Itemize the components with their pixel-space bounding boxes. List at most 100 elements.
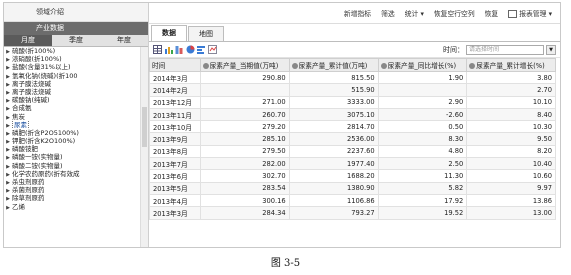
table-icon[interactable] [153,45,162,54]
time-input[interactable]: 请选择时间 [466,44,544,55]
tree-item[interactable]: ▶ 离子膜法烧碱 [4,80,140,88]
table-cell: 285.10 [199,132,290,146]
expand-arrow-icon[interactable]: ▶ [4,114,12,121]
tree-item[interactable]: ▶ 化学农药原药(折有效成 [4,170,140,178]
expand-arrow-icon[interactable]: ▶ [4,195,12,202]
tab-quarterly[interactable]: 季度 [52,35,100,46]
table-cell: 4.80 [377,144,468,159]
tree-item[interactable]: ▶ 磷酸铵肥 [4,145,140,153]
tree-item-label: 焦炭 [12,112,25,121]
export-icon[interactable] [208,45,217,54]
tree-item[interactable]: ▶ 乙烯 [4,203,140,211]
bar-chart-icon[interactable] [164,45,173,54]
expand-arrow-icon[interactable]: ▶ [4,48,12,55]
column-info-icon[interactable] [469,63,476,69]
expand-arrow-icon[interactable]: ▶ [4,89,12,96]
table-row: 2013年4月 300.16 1106.86 17.92 13.86 [149,193,556,208]
tree-item-label: 除草剂原药 [12,194,45,203]
restore-button[interactable]: 恢复 [485,8,499,18]
expand-arrow-icon[interactable]: ▶ [4,187,12,194]
column-header[interactable]: 尿素产量_同比增长(%) [377,58,468,72]
tree-item[interactable]: ▶ 离子膜法烧碱 [4,88,140,96]
pie-chart-icon[interactable] [186,45,195,54]
expand-arrow-icon[interactable]: ▶ [4,73,12,80]
table-cell: 1977.40 [288,157,379,171]
expand-arrow-icon[interactable]: ▶ [4,105,12,112]
tree-item[interactable]: ▶ 焦炭 [4,113,140,121]
tree-item[interactable]: ▶ 碳酸钠(纯碱) [4,96,140,104]
tree-item-label: 离子膜法烧碱 [12,87,51,96]
tree-item[interactable]: ▶ 氢氧化钠(烧碱)(折100 [4,72,140,80]
expand-arrow-icon[interactable]: ▶ [4,64,12,71]
tree-item[interactable]: ▶ 合成氨 [4,104,140,112]
table-row: 2014年3月 290.80 815.50 1.90 3.80 [149,70,556,85]
expand-arrow-icon[interactable]: ▶ [4,56,12,63]
filter-button[interactable]: 筛选 [381,8,395,18]
tree-item-label: 硫酸(折100%) [12,47,56,55]
tab-map[interactable]: 地图 [188,26,224,41]
expand-arrow-icon[interactable]: ▶ [4,171,12,178]
column-header[interactable]: 尿素产量_累计值(万吨) [288,58,379,72]
chevron-down-icon[interactable]: ▼ [546,44,556,55]
tree-item[interactable]: ▶ 杀虫剂原药 [4,178,140,186]
table-cell: 3.80 [466,70,556,85]
tab-yearly[interactable]: 年度 [100,35,148,46]
statistics-menu[interactable]: 统计 ▾ [405,8,424,18]
column-header[interactable]: 时间 [149,58,201,72]
tab-data[interactable]: 数据 [151,25,187,41]
tree-item[interactable]: ▶ 磷酸一铵(实物量) [4,153,140,161]
expand-arrow-icon[interactable]: ▶ [4,81,12,88]
left-panel: 领域介绍 产业数据 月度 季度 年度 ▶ 硫酸(折100%) ▶ 浓硝酸(折100%)… [4,3,149,247]
column-header[interactable]: 尿素产量_当期值(万吨) [199,58,290,72]
table-row: 2013年10月 279.20 2814.70 0.50 10.30 [149,120,556,134]
tree-item[interactable]: ▶ 钾肥(折含K2O100%) [4,137,140,145]
expand-arrow-icon[interactable]: ▶ [4,138,12,145]
expand-arrow-icon[interactable]: ▶ [4,130,12,137]
tree-item[interactable]: ▶ 除草剂原药 [4,194,140,202]
restore-empty-rows-button[interactable]: 恢复空行空列 [434,8,475,18]
table-cell: 11.30 [377,169,468,183]
horizontal-bar-icon[interactable] [197,45,206,54]
table-row: 2013年9月 285.10 2536.00 8.30 9.50 [149,132,556,146]
expand-arrow-icon[interactable]: ▶ [4,163,12,170]
table-cell [199,83,290,97]
column-info-icon[interactable] [202,63,209,69]
industry-data-header[interactable]: 产业数据 [4,22,148,35]
tree-item[interactable]: ▶ 盐酸(含量31%以上) [4,63,140,71]
table-cell: 2014年2月 [149,83,201,97]
table-cell: 2536.00 [288,132,379,146]
table-cell: 300.16 [199,193,290,208]
expand-arrow-icon[interactable]: ▶ [4,204,12,211]
tree-item-label: 合成氨 [12,104,32,113]
tab-monthly[interactable]: 月度 [4,35,52,46]
expand-arrow-icon[interactable]: ▶ [4,179,12,186]
report-management-menu[interactable]: 报表管理 ▾ [508,8,552,18]
add-indicator-button[interactable]: 新增指标 [344,8,371,18]
tree-item[interactable]: ▶ 杀菌剂原药 [4,186,140,194]
table-cell: 2.90 [377,95,468,109]
expand-arrow-icon[interactable]: ▶ [4,97,12,104]
tree-item[interactable]: ▶ 磷肥(折含P2O5100%) [4,129,140,137]
column-header[interactable]: 尿素产量_累计增长(%) [466,58,556,72]
table-cell: 1.90 [377,70,468,85]
table-cell: 2013年5月 [149,181,201,195]
expand-arrow-icon[interactable]: ▶ [4,154,12,161]
tree-item[interactable]: ▶ 浓硝酸(折100%) [4,55,140,63]
table-cell: 302.70 [199,169,290,183]
column-chart-icon[interactable] [175,45,184,54]
tree-item-label: 碳酸钠(纯碱) [12,96,50,105]
table-cell: 19.52 [377,206,468,220]
scrollbar-thumb[interactable] [142,107,147,147]
tree-scrollbar[interactable] [140,47,148,247]
column-info-icon[interactable] [380,63,387,69]
table-cell: 1688.20 [288,169,379,183]
expand-arrow-icon[interactable]: ▶ [4,122,12,129]
tree-item[interactable]: ▶ 磷酸二铵(实物量) [4,162,140,170]
tree-item[interactable]: ▶ 硫酸(折100%) [4,47,140,55]
table-cell: 283.54 [199,181,290,195]
expand-arrow-icon[interactable]: ▶ [4,146,12,153]
domain-intro-header[interactable]: 领域介绍 [4,3,148,22]
tree-item[interactable]: ▶ 尿素 [4,120,140,129]
column-info-icon[interactable] [291,63,298,69]
table-cell: 17.92 [377,193,468,208]
